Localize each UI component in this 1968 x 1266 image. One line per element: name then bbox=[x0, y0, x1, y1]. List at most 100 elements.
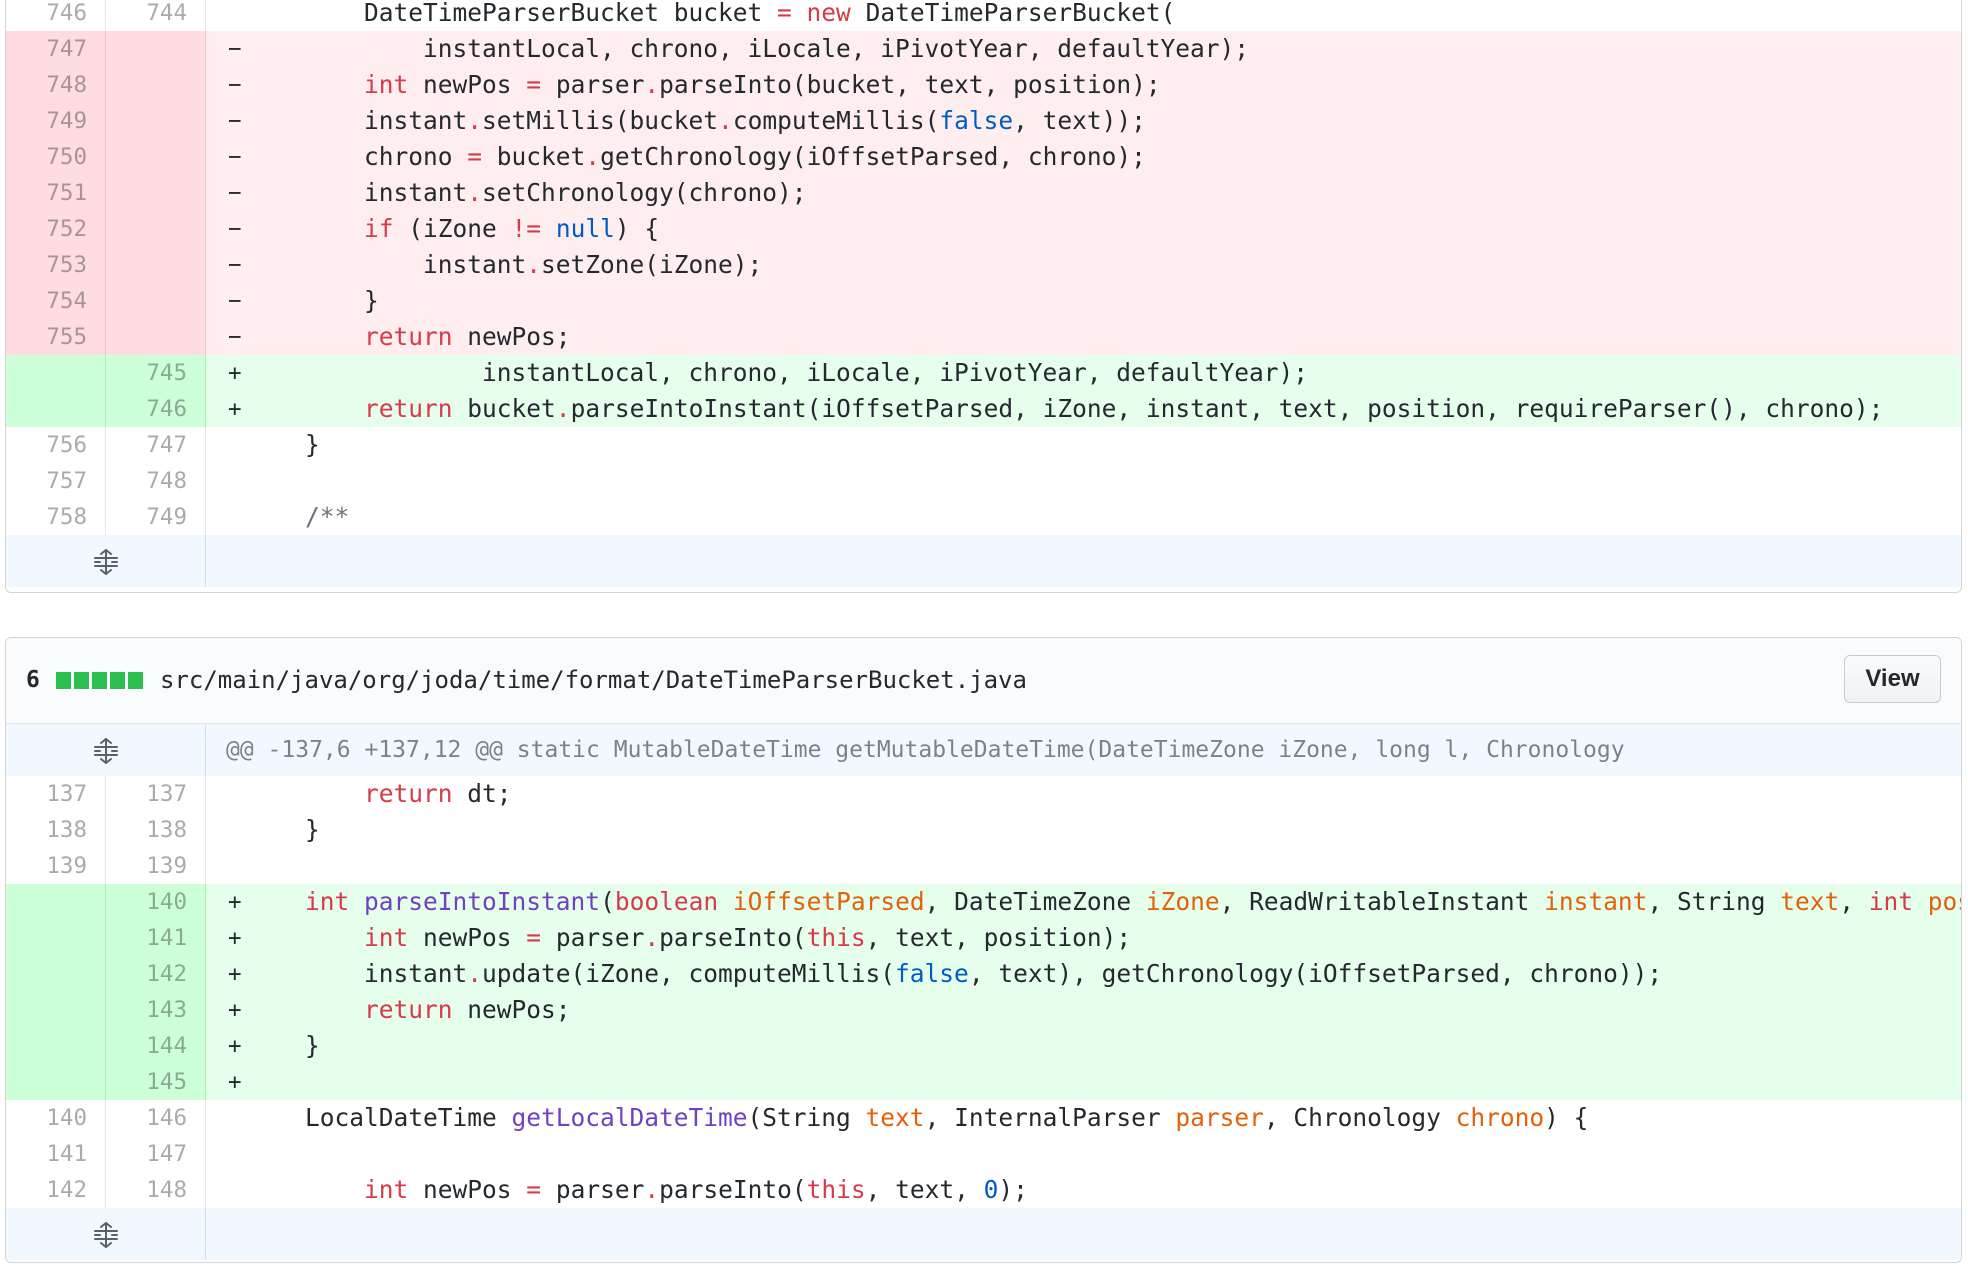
code-line: if (iZone != null) { bbox=[246, 211, 659, 247]
diff-marker: − bbox=[228, 144, 242, 170]
new-line-number[interactable]: 145 bbox=[106, 1064, 206, 1100]
old-line-number[interactable]: 139 bbox=[6, 848, 106, 884]
unfold-icon[interactable] bbox=[92, 1221, 120, 1249]
new-line-number[interactable] bbox=[106, 31, 206, 67]
new-line-number[interactable]: 745 bbox=[106, 355, 206, 391]
view-file-button[interactable]: View bbox=[1844, 655, 1941, 703]
hunk-header-row: @@ -137,6 +137,12 @@ static MutableDateT… bbox=[6, 724, 1961, 776]
old-line-number[interactable] bbox=[6, 920, 106, 956]
code-token: update(iZone, computeMillis( bbox=[482, 959, 896, 988]
old-line-number[interactable]: 752 bbox=[6, 211, 106, 247]
old-line-number[interactable]: 140 bbox=[6, 1100, 106, 1136]
new-line-number[interactable] bbox=[106, 319, 206, 355]
new-line-number[interactable]: 139 bbox=[106, 848, 206, 884]
new-line-number[interactable]: 747 bbox=[106, 427, 206, 463]
code-token: . bbox=[644, 1175, 660, 1204]
new-line-number[interactable]: 140 bbox=[106, 884, 206, 920]
old-line-number[interactable] bbox=[6, 992, 106, 1028]
old-line-number[interactable] bbox=[6, 956, 106, 992]
new-line-number[interactable] bbox=[106, 283, 206, 319]
expand-gutter[interactable] bbox=[6, 724, 206, 776]
old-line-number[interactable] bbox=[6, 355, 106, 391]
diffstat-block bbox=[110, 672, 125, 689]
old-line-number[interactable]: 746 bbox=[6, 0, 106, 31]
expand-row[interactable] bbox=[6, 1208, 1961, 1260]
code-token: false bbox=[939, 106, 1014, 135]
old-line-number[interactable]: 754 bbox=[6, 283, 106, 319]
old-line-number[interactable]: 757 bbox=[6, 463, 106, 499]
old-line-number[interactable]: 137 bbox=[6, 776, 106, 812]
code-token: , ReadWritableInstant bbox=[1219, 887, 1545, 916]
code-line: DateTimeParserBucket bucket = new DateTi… bbox=[246, 0, 1175, 31]
new-line-number[interactable] bbox=[106, 103, 206, 139]
old-line-number[interactable]: 141 bbox=[6, 1136, 106, 1172]
new-line-number[interactable]: 144 bbox=[106, 1028, 206, 1064]
unfold-icon[interactable] bbox=[92, 737, 120, 765]
added-line: 746 + return bucket.parseIntoInstant(iOff… bbox=[6, 391, 1961, 427]
code-token: text bbox=[865, 1103, 925, 1132]
new-line-number[interactable] bbox=[106, 247, 206, 283]
context-line: 140 146 LocalDateTime getLocalDateTime(St… bbox=[6, 1100, 1961, 1136]
old-line-number[interactable]: 747 bbox=[6, 31, 106, 67]
old-line-number[interactable]: 750 bbox=[6, 139, 106, 175]
context-line: 141 147 bbox=[6, 1136, 1961, 1172]
new-line-number[interactable]: 748 bbox=[106, 463, 206, 499]
new-line-number[interactable] bbox=[106, 139, 206, 175]
old-line-number[interactable]: 758 bbox=[6, 499, 106, 535]
new-line-number[interactable]: 146 bbox=[106, 1100, 206, 1136]
code-line: instant.setMillis(bucket.computeMillis(f… bbox=[246, 103, 1146, 139]
diff-marker: − bbox=[228, 180, 242, 206]
code-token: , text), getChronology(iOffsetParsed, ch… bbox=[968, 959, 1663, 988]
new-line-number[interactable]: 141 bbox=[106, 920, 206, 956]
code-token: parseInto(bucket, text, position); bbox=[659, 70, 1161, 99]
old-line-number[interactable]: 753 bbox=[6, 247, 106, 283]
diffstat-bar bbox=[56, 672, 143, 689]
new-line-number[interactable]: 137 bbox=[106, 776, 206, 812]
code-token: int bbox=[1868, 887, 1913, 916]
new-line-number[interactable]: 749 bbox=[106, 499, 206, 535]
old-line-number[interactable] bbox=[6, 1028, 106, 1064]
new-line-number[interactable] bbox=[106, 175, 206, 211]
code-token: false bbox=[895, 959, 969, 988]
added-line: 145 + bbox=[6, 1064, 1961, 1100]
old-line-number[interactable]: 755 bbox=[6, 319, 106, 355]
old-line-number[interactable]: 138 bbox=[6, 812, 106, 848]
expand-gutter[interactable] bbox=[6, 1208, 206, 1260]
new-line-number[interactable]: 138 bbox=[106, 812, 206, 848]
old-line-number[interactable] bbox=[6, 1064, 106, 1100]
old-line-number[interactable]: 756 bbox=[6, 427, 106, 463]
diff-marker: + bbox=[228, 889, 242, 915]
diff-table: 746 744 DateTimeParserBucket bucket = new… bbox=[6, 0, 1961, 535]
hunk-header: @@ -137,6 +137,12 @@ static MutableDateT… bbox=[226, 737, 1625, 763]
new-line-number[interactable]: 744 bbox=[106, 0, 206, 31]
old-line-number[interactable]: 142 bbox=[6, 1172, 106, 1208]
new-line-number[interactable] bbox=[106, 67, 206, 103]
old-line-number[interactable] bbox=[6, 391, 106, 427]
unfold-icon[interactable] bbox=[92, 548, 120, 576]
diffstat-block bbox=[92, 672, 107, 689]
old-line-number[interactable] bbox=[6, 884, 106, 920]
new-line-number[interactable]: 148 bbox=[106, 1172, 206, 1208]
new-line-number[interactable]: 143 bbox=[106, 992, 206, 1028]
code-token: } bbox=[246, 430, 320, 459]
new-line-number[interactable]: 147 bbox=[106, 1136, 206, 1172]
new-line-number[interactable]: 142 bbox=[106, 956, 206, 992]
code-token: ( bbox=[600, 887, 615, 916]
new-line-number[interactable] bbox=[106, 211, 206, 247]
file-path[interactable]: src/main/java/org/joda/time/format/DateT… bbox=[160, 638, 1027, 723]
old-line-number[interactable]: 751 bbox=[6, 175, 106, 211]
new-line-number[interactable]: 746 bbox=[106, 391, 206, 427]
expand-gutter[interactable] bbox=[6, 535, 206, 587]
expand-row[interactable] bbox=[6, 535, 1961, 587]
code-line: instantLocal, chrono, iLocale, iPivotYea… bbox=[246, 355, 1308, 391]
old-line-number[interactable]: 748 bbox=[6, 67, 106, 103]
old-line-number[interactable]: 749 bbox=[6, 103, 106, 139]
deleted-line: 750 − chrono = bucket.getChronology(iOffs… bbox=[6, 139, 1961, 175]
code-token: . bbox=[526, 250, 542, 279]
